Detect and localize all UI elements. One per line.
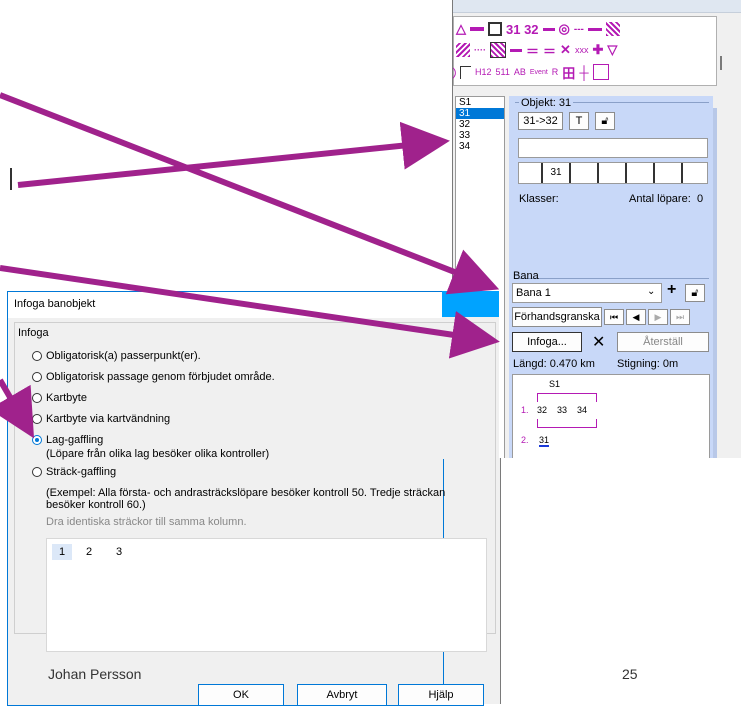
arrow-to-insert-button <box>0 265 500 359</box>
arrow-to-course-select <box>0 92 500 295</box>
arrow-to-team-forking <box>0 378 35 439</box>
arrow-to-control-list <box>17 121 450 188</box>
annotation-arrows <box>0 92 500 439</box>
